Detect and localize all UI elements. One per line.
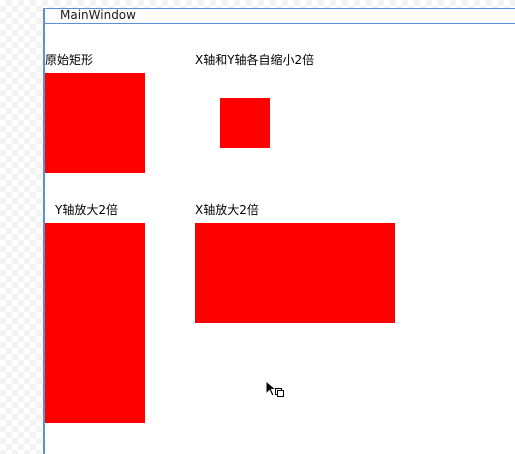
label-original-rect: 原始矩形 (45, 53, 94, 67)
scale-x-rect (195, 223, 395, 323)
window-title: MainWindow (60, 8, 136, 22)
arrow-copy-cursor-icon (265, 379, 285, 400)
label-scale-y-rect: Y轴放大2倍 (55, 203, 118, 217)
original-rect (45, 73, 145, 173)
scale-y-rect (45, 223, 145, 423)
label-shrink-both-rect: X轴和Y轴各自缩小2倍 (195, 53, 315, 67)
shrink-both-rect (220, 98, 270, 148)
window-titlebar[interactable]: MainWindow (45, 8, 515, 24)
label-scale-x-rect: X轴放大2倍 (195, 203, 259, 217)
